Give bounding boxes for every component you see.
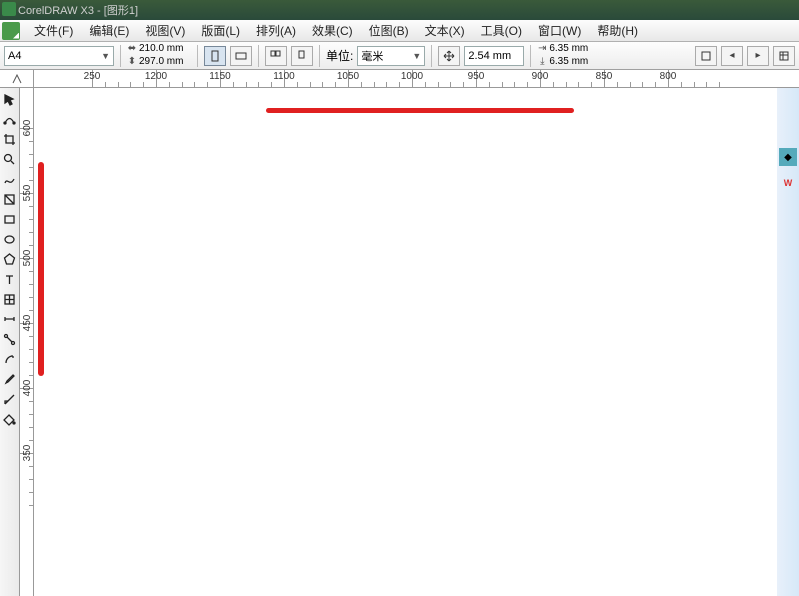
page-dimensions[interactable]: ⬌210.0 mm ⬍297.0 mm bbox=[127, 43, 191, 69]
freehand-tool[interactable] bbox=[1, 170, 19, 188]
nudge-field[interactable]: 2.54 mm bbox=[464, 46, 524, 66]
page-height: 297.0 mm bbox=[139, 57, 191, 67]
menu-window[interactable]: 窗口(W) bbox=[530, 20, 589, 41]
menu-text[interactable]: 文本(X) bbox=[417, 20, 473, 41]
separator bbox=[258, 45, 259, 67]
separator bbox=[120, 45, 121, 67]
side-docker-tabs: ◆ W bbox=[777, 88, 799, 596]
crop-tool[interactable] bbox=[1, 130, 19, 148]
pick-tool[interactable] bbox=[1, 90, 19, 108]
drawing-canvas[interactable] bbox=[34, 88, 777, 596]
title-text: CorelDRAW X3 - [图形1] bbox=[18, 2, 138, 18]
vertical-ruler[interactable]: 600550500450400350 bbox=[20, 88, 34, 596]
annotation-horizontal-stroke bbox=[266, 108, 574, 113]
separator bbox=[319, 45, 320, 67]
text-tool[interactable] bbox=[1, 270, 19, 288]
chevron-down-icon: ▼ bbox=[412, 51, 421, 61]
portrait-button[interactable] bbox=[204, 46, 226, 66]
menu-bar: 文件(F) 编辑(E) 视图(V) 版面(L) 排列(A) 效果(C) 位图(B… bbox=[0, 20, 799, 42]
app-logo-icon bbox=[2, 2, 16, 16]
docker-tab-wps-icon[interactable]: W bbox=[779, 174, 797, 192]
rect-tool[interactable] bbox=[1, 210, 19, 228]
menu-file[interactable]: 文件(F) bbox=[26, 20, 81, 41]
separator bbox=[431, 45, 432, 67]
table-tool[interactable] bbox=[1, 290, 19, 308]
unit-value: 毫米 bbox=[361, 48, 383, 64]
dup-y-icon: ⤓ bbox=[537, 57, 547, 67]
menu-view[interactable]: 视图(V) bbox=[137, 20, 193, 41]
dimension-tool[interactable] bbox=[1, 310, 19, 328]
outline-tool[interactable] bbox=[1, 390, 19, 408]
duplicate-distance[interactable]: ⇥6.35 mm ⤓6.35 mm bbox=[537, 43, 601, 69]
page-scope-one-button[interactable] bbox=[291, 46, 313, 66]
paper-size-combo[interactable]: A4 ▼ bbox=[4, 46, 114, 66]
docker-tab-icon[interactable]: ◆ bbox=[779, 148, 797, 166]
unit-combo[interactable]: 毫米 ▼ bbox=[357, 46, 425, 66]
interactive-tool[interactable] bbox=[1, 350, 19, 368]
guideline-nav-next-button[interactable]: ▸ bbox=[747, 46, 769, 66]
width-icon: ⬌ bbox=[127, 44, 137, 54]
dup-y: 6.35 mm bbox=[549, 57, 601, 67]
menu-help[interactable]: 帮助(H) bbox=[589, 20, 646, 41]
page-scope-all-button[interactable] bbox=[265, 46, 287, 66]
guideline-nav-prev-button[interactable]: ◂ bbox=[721, 46, 743, 66]
smart-fill-tool[interactable] bbox=[1, 190, 19, 208]
property-bar: A4 ▼ ⬌210.0 mm ⬍297.0 mm 单位: 毫米 ▼ 2.54 m… bbox=[0, 42, 799, 70]
menu-layout[interactable]: 版面(L) bbox=[193, 20, 248, 41]
nudge-icon bbox=[438, 46, 460, 66]
options-button[interactable] bbox=[773, 46, 795, 66]
menu-tools[interactable]: 工具(O) bbox=[473, 20, 530, 41]
menu-effects[interactable]: 效果(C) bbox=[304, 20, 361, 41]
zoom-tool[interactable] bbox=[1, 150, 19, 168]
polygon-tool[interactable] bbox=[1, 250, 19, 268]
page-width: 210.0 mm bbox=[139, 44, 191, 54]
workspace: 600550500450400350 ◆ W bbox=[0, 88, 799, 596]
menu-arrange[interactable]: 排列(A) bbox=[248, 20, 304, 41]
dup-x-icon: ⇥ bbox=[537, 44, 547, 54]
ruler-origin-corner[interactable] bbox=[0, 70, 34, 87]
snap-button[interactable] bbox=[695, 46, 717, 66]
dropper-tool[interactable] bbox=[1, 370, 19, 388]
separator bbox=[197, 45, 198, 67]
new-file-icon[interactable] bbox=[2, 22, 20, 40]
dup-x: 6.35 mm bbox=[549, 44, 601, 54]
unit-label: 单位: bbox=[326, 47, 353, 64]
chevron-down-icon: ▼ bbox=[101, 51, 110, 61]
separator bbox=[530, 45, 531, 67]
menu-edit[interactable]: 编辑(E) bbox=[81, 20, 137, 41]
landscape-button[interactable] bbox=[230, 46, 252, 66]
toolbox bbox=[0, 88, 20, 596]
paper-size-value: A4 bbox=[8, 50, 21, 62]
title-bar: CorelDRAW X3 - [图形1] bbox=[0, 0, 799, 20]
menu-bitmap[interactable]: 位图(B) bbox=[361, 20, 417, 41]
fill-tool[interactable] bbox=[1, 410, 19, 428]
annotation-vertical-stroke bbox=[38, 162, 44, 376]
connector-tool[interactable] bbox=[1, 330, 19, 348]
horizontal-ruler[interactable]: 25012001150110010501000950900850800 bbox=[34, 70, 799, 87]
ruler-row: 25012001150110010501000950900850800 bbox=[0, 70, 799, 88]
shape-tool[interactable] bbox=[1, 110, 19, 128]
height-icon: ⬍ bbox=[127, 57, 137, 67]
ellipse-tool[interactable] bbox=[1, 230, 19, 248]
